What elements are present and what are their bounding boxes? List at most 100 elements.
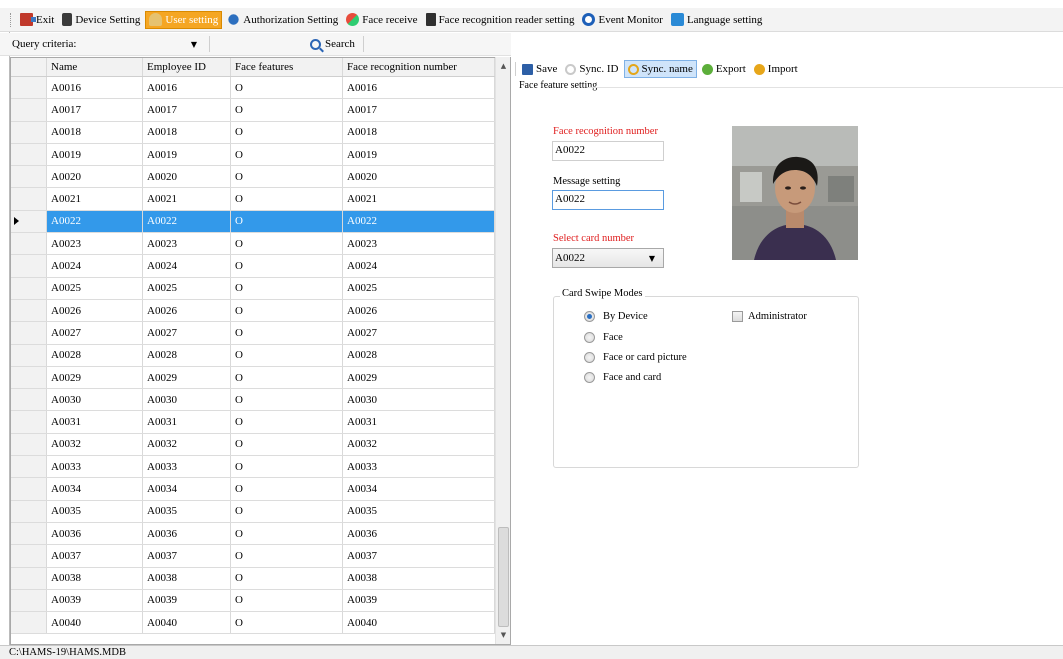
cell-face-features[interactable]: O <box>231 166 343 188</box>
cell-name[interactable]: A0028 <box>47 344 143 366</box>
cell-name[interactable]: A0025 <box>47 277 143 299</box>
column-header-face-features[interactable]: Face features <box>231 58 343 76</box>
column-header-name[interactable]: Name <box>47 58 143 76</box>
cell-employee-id[interactable]: A0034 <box>143 478 231 500</box>
radio-face-and-card[interactable]: Face and card <box>584 372 661 383</box>
cell-employee-id[interactable]: A0020 <box>143 166 231 188</box>
cell-face-number[interactable]: A0025 <box>343 277 495 299</box>
menu-authorization-setting[interactable]: Authorization Setting <box>224 11 341 29</box>
row-selector[interactable] <box>11 567 47 589</box>
scroll-up-icon[interactable]: ▲ <box>496 59 510 73</box>
cell-employee-id[interactable]: A0025 <box>143 277 231 299</box>
menu-reader-setting[interactable]: Face recognition reader setting <box>423 11 578 29</box>
query-criteria-dropdown[interactable]: Query criteria: ▼ <box>10 35 205 53</box>
cell-face-number[interactable]: A0033 <box>343 456 495 478</box>
cell-employee-id[interactable]: A0039 <box>143 589 231 612</box>
cell-face-number[interactable]: A0023 <box>343 233 495 255</box>
column-header-employee-id[interactable]: Employee ID <box>143 58 231 76</box>
cell-face-number[interactable]: A0022 <box>343 210 495 233</box>
row-selector[interactable] <box>11 522 47 545</box>
table-row[interactable]: A0018 A0018 O A0018 <box>11 121 497 144</box>
table-row[interactable]: A0032 A0032 O A0032 <box>11 433 497 457</box>
cell-employee-id[interactable]: A0029 <box>143 366 231 389</box>
cell-name[interactable]: A0031 <box>47 411 143 433</box>
cell-employee-id[interactable]: A0016 <box>143 77 231 99</box>
cell-face-number[interactable]: A0019 <box>343 143 495 166</box>
cell-face-number[interactable]: A0030 <box>343 389 495 411</box>
cell-face-number[interactable]: A0026 <box>343 299 495 322</box>
cell-face-features[interactable]: O <box>231 567 343 589</box>
row-selector[interactable] <box>11 188 47 210</box>
cell-name[interactable]: A0020 <box>47 166 143 188</box>
cell-face-number[interactable]: A0035 <box>343 500 495 522</box>
cell-face-number[interactable]: A0027 <box>343 322 495 344</box>
cell-name[interactable]: A0033 <box>47 456 143 478</box>
cell-name[interactable]: A0034 <box>47 478 143 500</box>
cell-face-features[interactable]: O <box>231 366 343 389</box>
cell-name[interactable]: A0019 <box>47 143 143 166</box>
sync-id-button[interactable]: Sync. ID <box>562 60 621 78</box>
cell-employee-id[interactable]: A0033 <box>143 456 231 478</box>
row-selector[interactable] <box>11 366 47 389</box>
save-button[interactable]: Save <box>519 60 560 78</box>
cell-face-features[interactable]: O <box>231 522 343 545</box>
cell-face-number[interactable]: A0017 <box>343 99 495 121</box>
table-row[interactable]: A0029 A0029 O A0029 <box>11 366 497 390</box>
cell-face-number[interactable]: A0016 <box>343 77 495 99</box>
table-row[interactable]: A0025 A0025 O A0025 <box>11 277 497 300</box>
cell-name[interactable]: A0016 <box>47 77 143 99</box>
menu-language-setting[interactable]: Language setting <box>668 11 765 29</box>
cell-face-number[interactable]: A0031 <box>343 411 495 433</box>
search-button[interactable]: Search <box>310 38 355 50</box>
cell-name[interactable]: A0024 <box>47 255 143 277</box>
cell-name[interactable]: A0037 <box>47 545 143 567</box>
cell-name[interactable]: A0032 <box>47 433 143 456</box>
table-row[interactable]: A0027 A0027 O A0027 <box>11 322 497 345</box>
user-table[interactable]: Name Employee ID Face features Face reco… <box>10 57 511 645</box>
cell-name[interactable]: A0040 <box>47 612 143 634</box>
row-selector[interactable] <box>11 344 47 366</box>
table-row[interactable]: A0016 A0016 O A0016 <box>11 77 497 100</box>
import-button[interactable]: Import <box>751 60 801 78</box>
row-selector[interactable] <box>11 299 47 322</box>
row-selector[interactable] <box>11 456 47 478</box>
cell-employee-id[interactable]: A0023 <box>143 233 231 255</box>
cell-face-features[interactable]: O <box>231 478 343 500</box>
table-row[interactable]: A0031 A0031 O A0031 <box>11 411 497 434</box>
row-selector[interactable] <box>11 322 47 344</box>
cell-name[interactable]: A0029 <box>47 366 143 389</box>
cell-face-number[interactable]: A0024 <box>343 255 495 277</box>
row-selector[interactable] <box>11 500 47 522</box>
cell-face-features[interactable]: O <box>231 188 343 210</box>
cell-employee-id[interactable]: A0017 <box>143 99 231 121</box>
cell-employee-id[interactable]: A0024 <box>143 255 231 277</box>
cell-name[interactable]: A0023 <box>47 233 143 255</box>
table-row[interactable]: A0017 A0017 O A0017 <box>11 99 497 122</box>
cell-face-features[interactable]: O <box>231 389 343 411</box>
cell-employee-id[interactable]: A0019 <box>143 143 231 166</box>
cell-face-features[interactable]: O <box>231 255 343 277</box>
cell-face-features[interactable]: O <box>231 233 343 255</box>
cell-name[interactable]: A0018 <box>47 121 143 143</box>
table-row[interactable]: A0028 A0028 O A0028 <box>11 344 497 367</box>
row-selector[interactable] <box>11 166 47 188</box>
cell-name[interactable]: A0030 <box>47 389 143 411</box>
scroll-down-icon[interactable]: ▼ <box>496 628 510 642</box>
cell-employee-id[interactable]: A0026 <box>143 299 231 322</box>
table-row[interactable]: A0023 A0023 O A0023 <box>11 233 497 256</box>
cell-face-number[interactable]: A0039 <box>343 589 495 612</box>
face-number-field[interactable]: A0022 <box>552 141 664 161</box>
cell-face-number[interactable]: A0021 <box>343 188 495 210</box>
row-selector[interactable] <box>11 121 47 143</box>
cell-employee-id[interactable]: A0022 <box>143 210 231 233</box>
menu-event-monitor[interactable]: Event Monitor <box>579 11 665 29</box>
row-selector[interactable] <box>11 99 47 121</box>
cell-face-features[interactable]: O <box>231 545 343 567</box>
menu-device-setting[interactable]: Device Setting <box>59 11 143 29</box>
table-row[interactable]: A0034 A0034 O A0034 <box>11 478 497 501</box>
cell-face-features[interactable]: O <box>231 143 343 166</box>
export-button[interactable]: Export <box>699 60 749 78</box>
cell-employee-id[interactable]: A0036 <box>143 522 231 545</box>
cell-face-features[interactable]: O <box>231 344 343 366</box>
cell-face-features[interactable]: O <box>231 589 343 612</box>
